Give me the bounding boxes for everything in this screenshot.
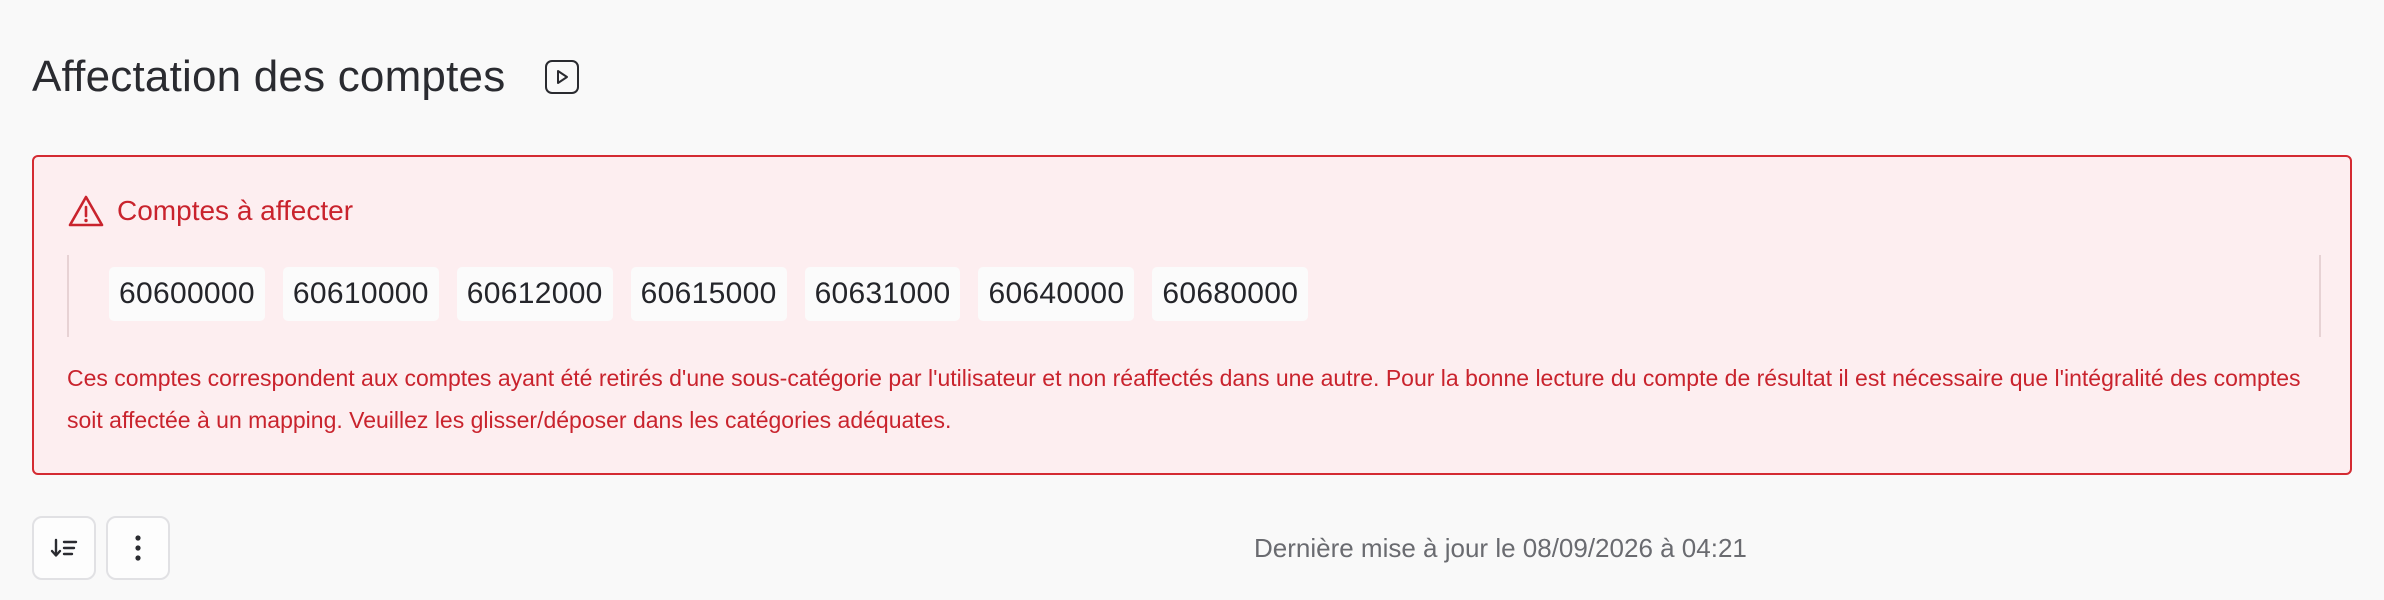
toolbar <box>32 516 170 580</box>
account-chip[interactable]: 60680000 <box>1152 267 1309 321</box>
page-header: Affectation des comptes <box>32 44 580 110</box>
unassigned-accounts-alert: Comptes à affecter 60600000 60610000 606… <box>32 155 2352 475</box>
alert-header: Comptes à affecter <box>67 191 353 231</box>
account-chip[interactable]: 60610000 <box>282 267 439 321</box>
last-update-timestamp: Dernière mise à jour le 08/09/2026 à 04:… <box>1254 533 1747 563</box>
account-chip[interactable]: 60640000 <box>978 267 1135 321</box>
account-chip[interactable]: 60615000 <box>630 267 787 321</box>
page: Affectation des comptes Comptes à affect… <box>0 0 2384 600</box>
more-vertical-icon <box>135 535 141 561</box>
video-tutorial-button[interactable] <box>545 60 580 94</box>
account-chips: 60600000 60610000 60612000 60615000 6063… <box>109 267 1309 321</box>
account-chip[interactable]: 60612000 <box>456 267 613 321</box>
alert-title: Comptes à affecter <box>117 195 354 226</box>
account-chips-area: 60600000 60610000 60612000 60615000 6063… <box>67 255 2321 337</box>
more-options-button[interactable] <box>106 516 170 580</box>
sort-list-icon <box>50 538 78 557</box>
warning-triangle-icon <box>68 195 104 227</box>
account-chip[interactable]: 60631000 <box>804 267 961 321</box>
account-chip[interactable]: 60600000 <box>109 267 265 321</box>
page-title: Affectation des comptes <box>32 52 506 101</box>
play-video-icon <box>557 70 569 84</box>
alert-message: Ces comptes correspondent aux comptes ay… <box>67 365 2301 433</box>
sort-button[interactable] <box>32 516 96 580</box>
